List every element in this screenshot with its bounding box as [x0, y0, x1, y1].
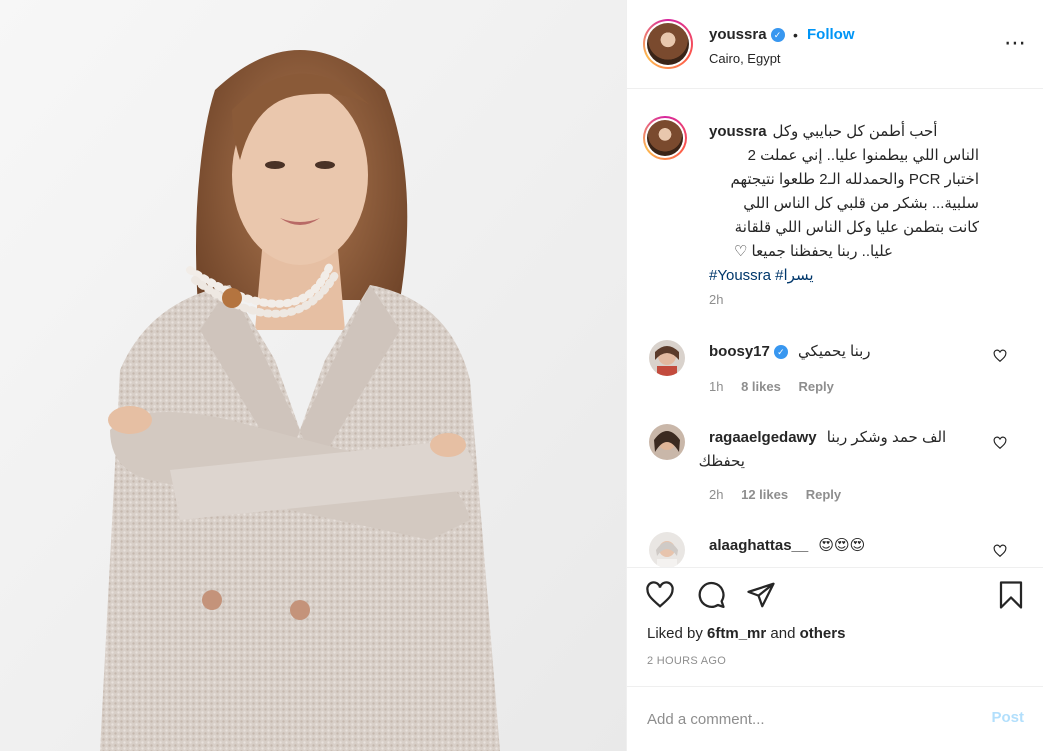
comment-text: 😍😍😍	[818, 537, 866, 554]
likes-summary: Liked by 6ftm_mr and others	[647, 625, 846, 642]
post-comment-button[interactable]: Post	[991, 709, 1024, 726]
heart-icon[interactable]	[645, 580, 675, 610]
comment-body: ragaaelgedawy الف حمد وشكر ربنا يحفظك	[698, 426, 999, 474]
follow-separator: •	[793, 27, 798, 43]
comments-section[interactable]: youssra أحب أطمن كل حبايبي وكل الناس الل…	[627, 90, 1043, 567]
post-timestamp[interactable]: 2 HOURS AGO	[647, 655, 726, 667]
post-actions: Liked by 6ftm_mr and others 2 HOURS AGO	[627, 567, 1043, 697]
comment-text: يحفظك	[698, 453, 745, 470]
avatar-image	[649, 340, 685, 376]
caption-username[interactable]: youssra	[709, 120, 767, 144]
caption-line: الناس اللي بيطمنوا عليا.. إني عملت 2	[747, 147, 979, 164]
post-detail-panel: youssra ✓ • Follow Cairo, Egypt ⋯ youssra…	[626, 0, 1043, 751]
comment-likes[interactable]: 8 likes	[741, 379, 781, 394]
share-icon[interactable]	[746, 580, 776, 610]
like-comment-heart-icon[interactable]	[993, 544, 1007, 558]
commenter-avatar[interactable]	[649, 532, 685, 567]
post-location[interactable]: Cairo, Egypt	[709, 51, 781, 66]
author-avatar[interactable]	[643, 19, 693, 69]
caption-line: عليا.. ربنا يحفظنا جميعا ♡	[733, 243, 893, 260]
caption-line: سلبية... بشكر من قلبي كل الناس اللي	[743, 195, 979, 212]
caption-avatar[interactable]	[643, 116, 687, 160]
comment-time: 2h	[709, 487, 724, 502]
comment-time: 1h	[709, 379, 724, 394]
caption-line: كانت بتطمن عليا وكل الناس اللي قلقانة	[734, 219, 979, 236]
comment-meta: 1h 8 likes Reply	[709, 379, 834, 394]
like-comment-heart-icon[interactable]	[993, 436, 1007, 450]
verified-badge-icon: ✓	[773, 345, 788, 360]
caption-time: 2h	[709, 292, 724, 307]
caption: youssra أحب أطمن كل حبايبي وكل الناس الل…	[709, 120, 1009, 288]
comment-username[interactable]: alaaghattas__	[709, 537, 808, 554]
commenter-avatar[interactable]	[649, 424, 685, 460]
liked-by-user[interactable]: 6ftm_mr	[707, 625, 766, 642]
commenter-avatar[interactable]	[649, 340, 685, 376]
comment-text: الف حمد وشكر ربنا	[826, 429, 947, 446]
like-comment-heart-icon[interactable]	[993, 349, 1007, 363]
avatar-image	[649, 424, 685, 460]
liked-by-others[interactable]: others	[800, 625, 846, 642]
comment-body: alaaghattas__ 😍😍😍	[709, 534, 865, 558]
comment-reply-button[interactable]: Reply	[806, 487, 841, 502]
author-username[interactable]: youssra ✓	[709, 26, 785, 43]
comment-reply-button[interactable]: Reply	[798, 379, 833, 394]
comment-text: ربنا يحميكي	[798, 343, 871, 360]
verified-badge-icon: ✓	[770, 28, 785, 43]
comment-meta: 2h 12 likes Reply	[709, 487, 841, 502]
add-comment-bar: Post	[627, 686, 1043, 751]
post-header: youssra ✓ • Follow Cairo, Egypt ⋯	[627, 0, 1043, 89]
comment-likes[interactable]: 12 likes	[741, 487, 788, 502]
caption-line: أحب أطمن كل حبايبي وكل	[772, 123, 938, 140]
comment-username[interactable]: boosy17	[709, 343, 770, 360]
follow-button[interactable]: Follow	[807, 26, 855, 43]
avatar-image	[649, 532, 685, 567]
portrait-illustration	[0, 0, 626, 751]
more-options-icon[interactable]: ⋯	[1004, 30, 1027, 56]
post-photo[interactable]	[0, 0, 626, 751]
caption-line: اختبار PCR والحمدلله الـ2 طلعوا نتيجتهم	[730, 171, 980, 188]
caption-hashtags[interactable]: #Youssra #يسرا	[709, 264, 1009, 288]
comment-username[interactable]: ragaaelgedawy	[709, 429, 817, 446]
comment-icon[interactable]	[696, 580, 726, 610]
bookmark-icon[interactable]	[996, 580, 1026, 610]
comment-body: boosy17 ✓ ربنا يحميكي	[709, 340, 871, 364]
comment-input[interactable]	[647, 705, 967, 733]
